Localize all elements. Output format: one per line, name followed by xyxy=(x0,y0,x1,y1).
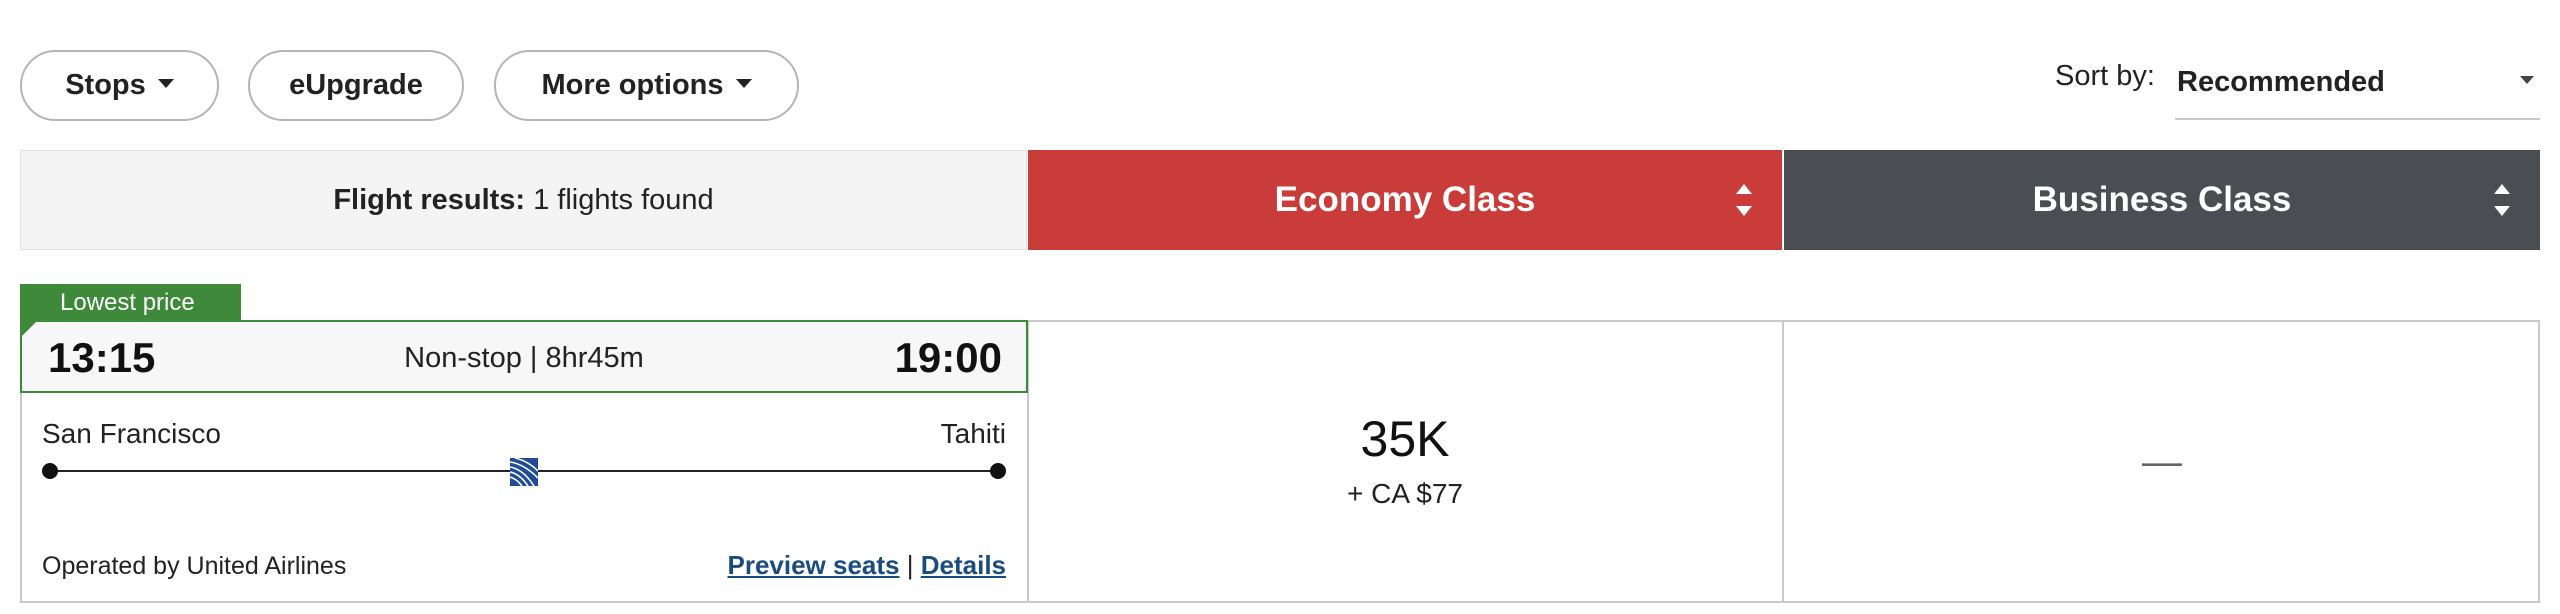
origin-dot-icon xyxy=(42,463,58,479)
economy-fee: + CA $77 xyxy=(1347,478,1463,509)
economy-class-header[interactable]: Economy Class xyxy=(1028,150,1782,250)
caret-down-icon xyxy=(157,79,174,88)
sort-updown-icon xyxy=(1736,184,1752,216)
eupgrade-filter-button[interactable]: eUpgrade xyxy=(248,50,464,121)
operated-by: Operated by United Airlines xyxy=(42,552,347,580)
sort-select[interactable]: Recommended xyxy=(2175,56,2540,120)
destination-city: Tahiti xyxy=(940,418,1006,449)
sort-selected-value: Recommended xyxy=(2177,66,2385,98)
lowest-price-badge: Lowest price xyxy=(20,284,241,322)
flight-summary: Non-stop | 8hr45m xyxy=(404,342,644,374)
business-price-unavailable: — xyxy=(2142,440,2182,484)
more-options-label: More options xyxy=(541,69,724,101)
arrival-time: 19:00 xyxy=(894,334,1002,381)
caret-down-icon xyxy=(735,79,752,88)
economy-price[interactable]: 35K xyxy=(1028,410,1782,468)
chevron-down-icon xyxy=(2520,76,2534,84)
business-class-label: Business Class xyxy=(2032,180,2292,219)
united-airlines-logo-icon xyxy=(510,458,538,486)
business-class-header[interactable]: Business Class xyxy=(1784,150,2540,250)
economy-class-label: Economy Class xyxy=(1274,180,1536,219)
badge-notch xyxy=(22,322,36,336)
sort-label: Sort by: xyxy=(2055,60,2155,92)
destination-dot-icon xyxy=(990,463,1006,479)
flight-results-summary: Flight results: 1 flights found xyxy=(20,150,1027,250)
flight-times-bar: 13:15 Non-stop | 8hr45m 19:00 xyxy=(20,320,1028,393)
flight-links: Preview seats | Details xyxy=(700,550,1006,581)
preview-seats-link[interactable]: Preview seats xyxy=(727,550,899,580)
link-separator: | xyxy=(906,550,914,580)
sort-updown-icon xyxy=(2494,184,2510,216)
eupgrade-filter-label: eUpgrade xyxy=(289,69,423,101)
details-link[interactable]: Details xyxy=(921,550,1006,580)
stops-filter-label: Stops xyxy=(65,69,146,101)
flight-results-label: Flight results: xyxy=(333,183,526,216)
origin-city: San Francisco xyxy=(42,418,221,449)
more-options-button[interactable]: More options xyxy=(494,50,799,121)
flight-results-count: 1 flights found xyxy=(533,183,714,216)
stops-filter-button[interactable]: Stops xyxy=(20,50,219,121)
